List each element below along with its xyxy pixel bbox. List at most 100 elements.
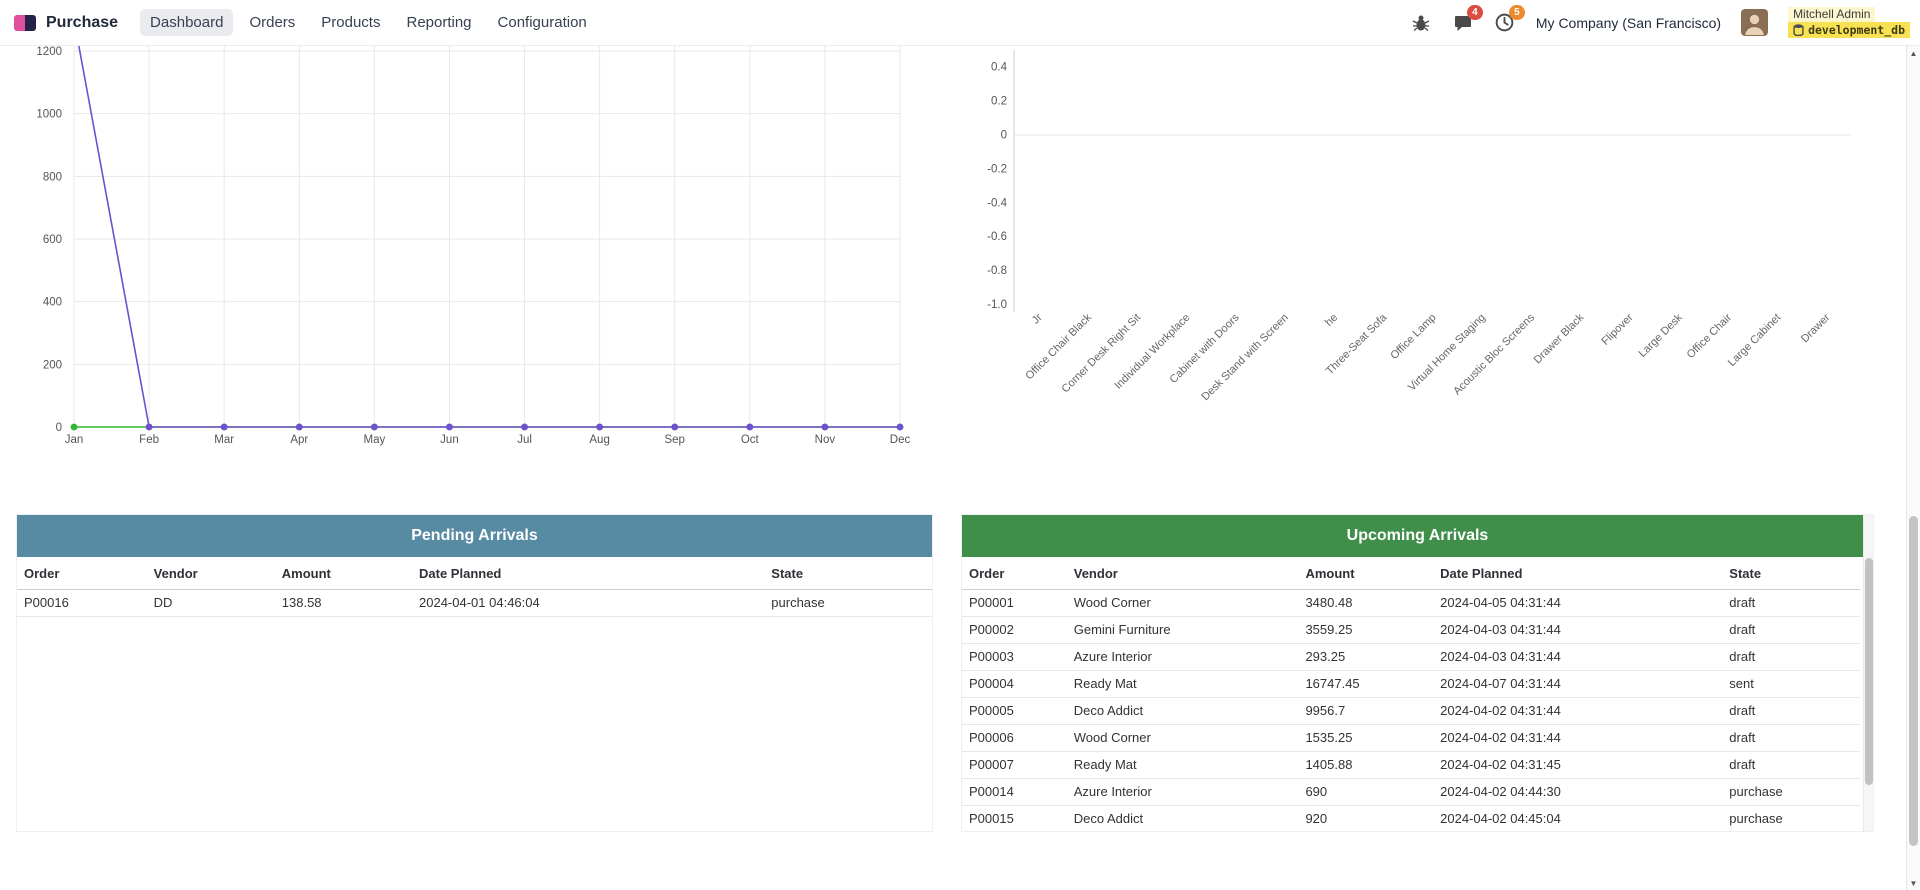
cell: draft	[1725, 644, 1860, 671]
table-row[interactable]: P00015Deco Addict9202024-04-02 04:45:04p…	[962, 806, 1860, 833]
menu-dashboard[interactable]: Dashboard	[140, 9, 233, 36]
svg-text:Office Lamp: Office Lamp	[1388, 312, 1438, 362]
company-switcher[interactable]: My Company (San Francisco)	[1536, 15, 1721, 31]
svg-text:600: 600	[43, 234, 62, 246]
cell: P00004	[962, 671, 1070, 698]
pending-arrivals-table: OrderVendorAmountDate PlannedStateP00016…	[17, 557, 932, 617]
scroll-up-arrow-icon[interactable]: ▲	[1907, 46, 1920, 60]
svg-text:Jr: Jr	[1030, 311, 1045, 326]
column-header[interactable]: State	[767, 557, 932, 590]
svg-text:Apr: Apr	[290, 434, 308, 446]
cell: P00016	[17, 590, 150, 617]
svg-text:May: May	[363, 434, 385, 446]
logo-left-half	[14, 15, 25, 31]
table-row[interactable]: P00006Wood Corner1535.252024-04-02 04:31…	[962, 725, 1860, 752]
svg-text:Drawer Black: Drawer Black	[1532, 311, 1587, 366]
column-header[interactable]: Date Planned	[415, 557, 767, 590]
cell: purchase	[1725, 779, 1860, 806]
table-row[interactable]: P00004Ready Mat16747.452024-04-07 04:31:…	[962, 671, 1860, 698]
table-header-row: OrderVendorAmountDate PlannedState	[17, 557, 932, 590]
scroll-down-arrow-icon[interactable]: ▼	[1907, 876, 1920, 890]
table-row[interactable]: P00005Deco Addict9956.72024-04-02 04:31:…	[962, 698, 1860, 725]
cell: 2024-04-02 04:31:44	[1436, 725, 1725, 752]
column-header[interactable]: Amount	[1301, 557, 1436, 590]
page-scrollbar-thumb[interactable]	[1909, 516, 1918, 846]
cell: 920	[1301, 806, 1436, 833]
svg-text:Mar: Mar	[214, 434, 234, 446]
table-row[interactable]: P00014Azure Interior6902024-04-02 04:44:…	[962, 779, 1860, 806]
cell: 3559.25	[1301, 617, 1436, 644]
app-name[interactable]: Purchase	[46, 14, 118, 32]
monthly-purchases-line-chart[interactable]: JanFebMarAprMayJunJulAugSepOctNovDec0200…	[0, 46, 950, 476]
cell: 3480.48	[1301, 590, 1436, 617]
cell: 2024-04-03 04:31:44	[1436, 644, 1725, 671]
systray: 4 5 My Company (San Francisco) Mitchell …	[1410, 7, 1920, 38]
products-bar-chart[interactable]: 0.40.20-0.2-0.4-0.6-0.8-1.0JrOffice Chai…	[985, 46, 1900, 476]
column-header[interactable]: Amount	[278, 557, 415, 590]
purchase-dashboard-screen: Purchase Dashboard Orders Products Repor…	[0, 0, 1920, 890]
menu-products[interactable]: Products	[311, 9, 390, 36]
cell: P00001	[962, 590, 1070, 617]
cell: Deco Addict	[1070, 806, 1302, 833]
table-row[interactable]: P00007Ready Mat1405.882024-04-02 04:31:4…	[962, 752, 1860, 779]
svg-text:-1.0: -1.0	[987, 299, 1007, 311]
cell: 138.58	[278, 590, 415, 617]
column-header[interactable]: Order	[962, 557, 1070, 590]
cell: draft	[1725, 590, 1860, 617]
table-scrollbar-thumb[interactable]	[1865, 558, 1873, 785]
svg-text:0: 0	[56, 422, 62, 434]
user-name: Mitchell Admin	[1788, 7, 1875, 22]
table-scrollbar[interactable]	[1863, 515, 1873, 832]
database-chip: development_db	[1788, 22, 1910, 38]
svg-text:-0.4: -0.4	[987, 197, 1007, 209]
column-header[interactable]: State	[1725, 557, 1860, 590]
activities-icon[interactable]: 5	[1494, 12, 1516, 34]
cell: purchase	[1725, 806, 1860, 833]
bar-chart-svg: 0.40.20-0.2-0.4-0.6-0.8-1.0JrOffice Chai…	[985, 46, 1900, 476]
table-row[interactable]: P00001Wood Corner3480.482024-04-05 04:31…	[962, 590, 1860, 617]
upcoming-arrivals-table: OrderVendorAmountDate PlannedStateP00001…	[962, 557, 1860, 832]
svg-text:Flipover: Flipover	[1599, 311, 1635, 347]
upcoming-arrivals-title: Upcoming Arrivals	[1347, 527, 1489, 545]
cell: 2024-04-05 04:31:44	[1436, 590, 1725, 617]
logo-right-half	[25, 15, 36, 31]
column-header[interactable]: Vendor	[1070, 557, 1302, 590]
main-menu: Dashboard Orders Products Reporting Conf…	[140, 9, 597, 36]
svg-text:0.4: 0.4	[991, 62, 1008, 74]
navbar-left: Purchase Dashboard Orders Products Repor…	[0, 9, 597, 36]
cell: draft	[1725, 752, 1860, 779]
cell: 9956.7	[1301, 698, 1436, 725]
odoo-apps-icon[interactable]	[14, 15, 36, 31]
svg-text:-0.2: -0.2	[987, 163, 1007, 175]
svg-text:-0.6: -0.6	[987, 231, 1007, 243]
table-row[interactable]: P00016DD138.582024-04-01 04:46:04purchas…	[17, 590, 932, 617]
column-header[interactable]: Date Planned	[1436, 557, 1725, 590]
page-scrollbar[interactable]: ▲ ▼	[1906, 46, 1920, 890]
cell: Wood Corner	[1070, 725, 1302, 752]
menu-reporting[interactable]: Reporting	[396, 9, 481, 36]
table-row[interactable]: P00002Gemini Furniture3559.252024-04-03 …	[962, 617, 1860, 644]
user-menu[interactable]: Mitchell Admin development_db	[1788, 7, 1910, 38]
cell: purchase	[767, 590, 932, 617]
cell: P00015	[962, 806, 1070, 833]
cell: 16747.45	[1301, 671, 1436, 698]
cell: 690	[1301, 779, 1436, 806]
cell: 1405.88	[1301, 752, 1436, 779]
debug-bug-icon[interactable]	[1410, 12, 1432, 34]
column-header[interactable]: Vendor	[150, 557, 278, 590]
user-avatar[interactable]	[1741, 9, 1768, 36]
line-chart-svg: JanFebMarAprMayJunJulAugSepOctNovDec0200…	[0, 46, 950, 476]
database-name: development_db	[1808, 23, 1905, 37]
svg-text:Dec: Dec	[890, 434, 911, 446]
cell: P00005	[962, 698, 1070, 725]
svg-text:Nov: Nov	[815, 434, 836, 446]
menu-configuration[interactable]: Configuration	[488, 9, 597, 36]
column-header[interactable]: Order	[17, 557, 150, 590]
top-navbar: Purchase Dashboard Orders Products Repor…	[0, 0, 1920, 46]
svg-text:400: 400	[43, 297, 62, 309]
table-row[interactable]: P00003Azure Interior293.252024-04-03 04:…	[962, 644, 1860, 671]
messages-icon[interactable]: 4	[1452, 12, 1474, 34]
menu-orders[interactable]: Orders	[239, 9, 305, 36]
cell: 2024-04-01 04:46:04	[415, 590, 767, 617]
table-header-row: OrderVendorAmountDate PlannedState	[962, 557, 1860, 590]
